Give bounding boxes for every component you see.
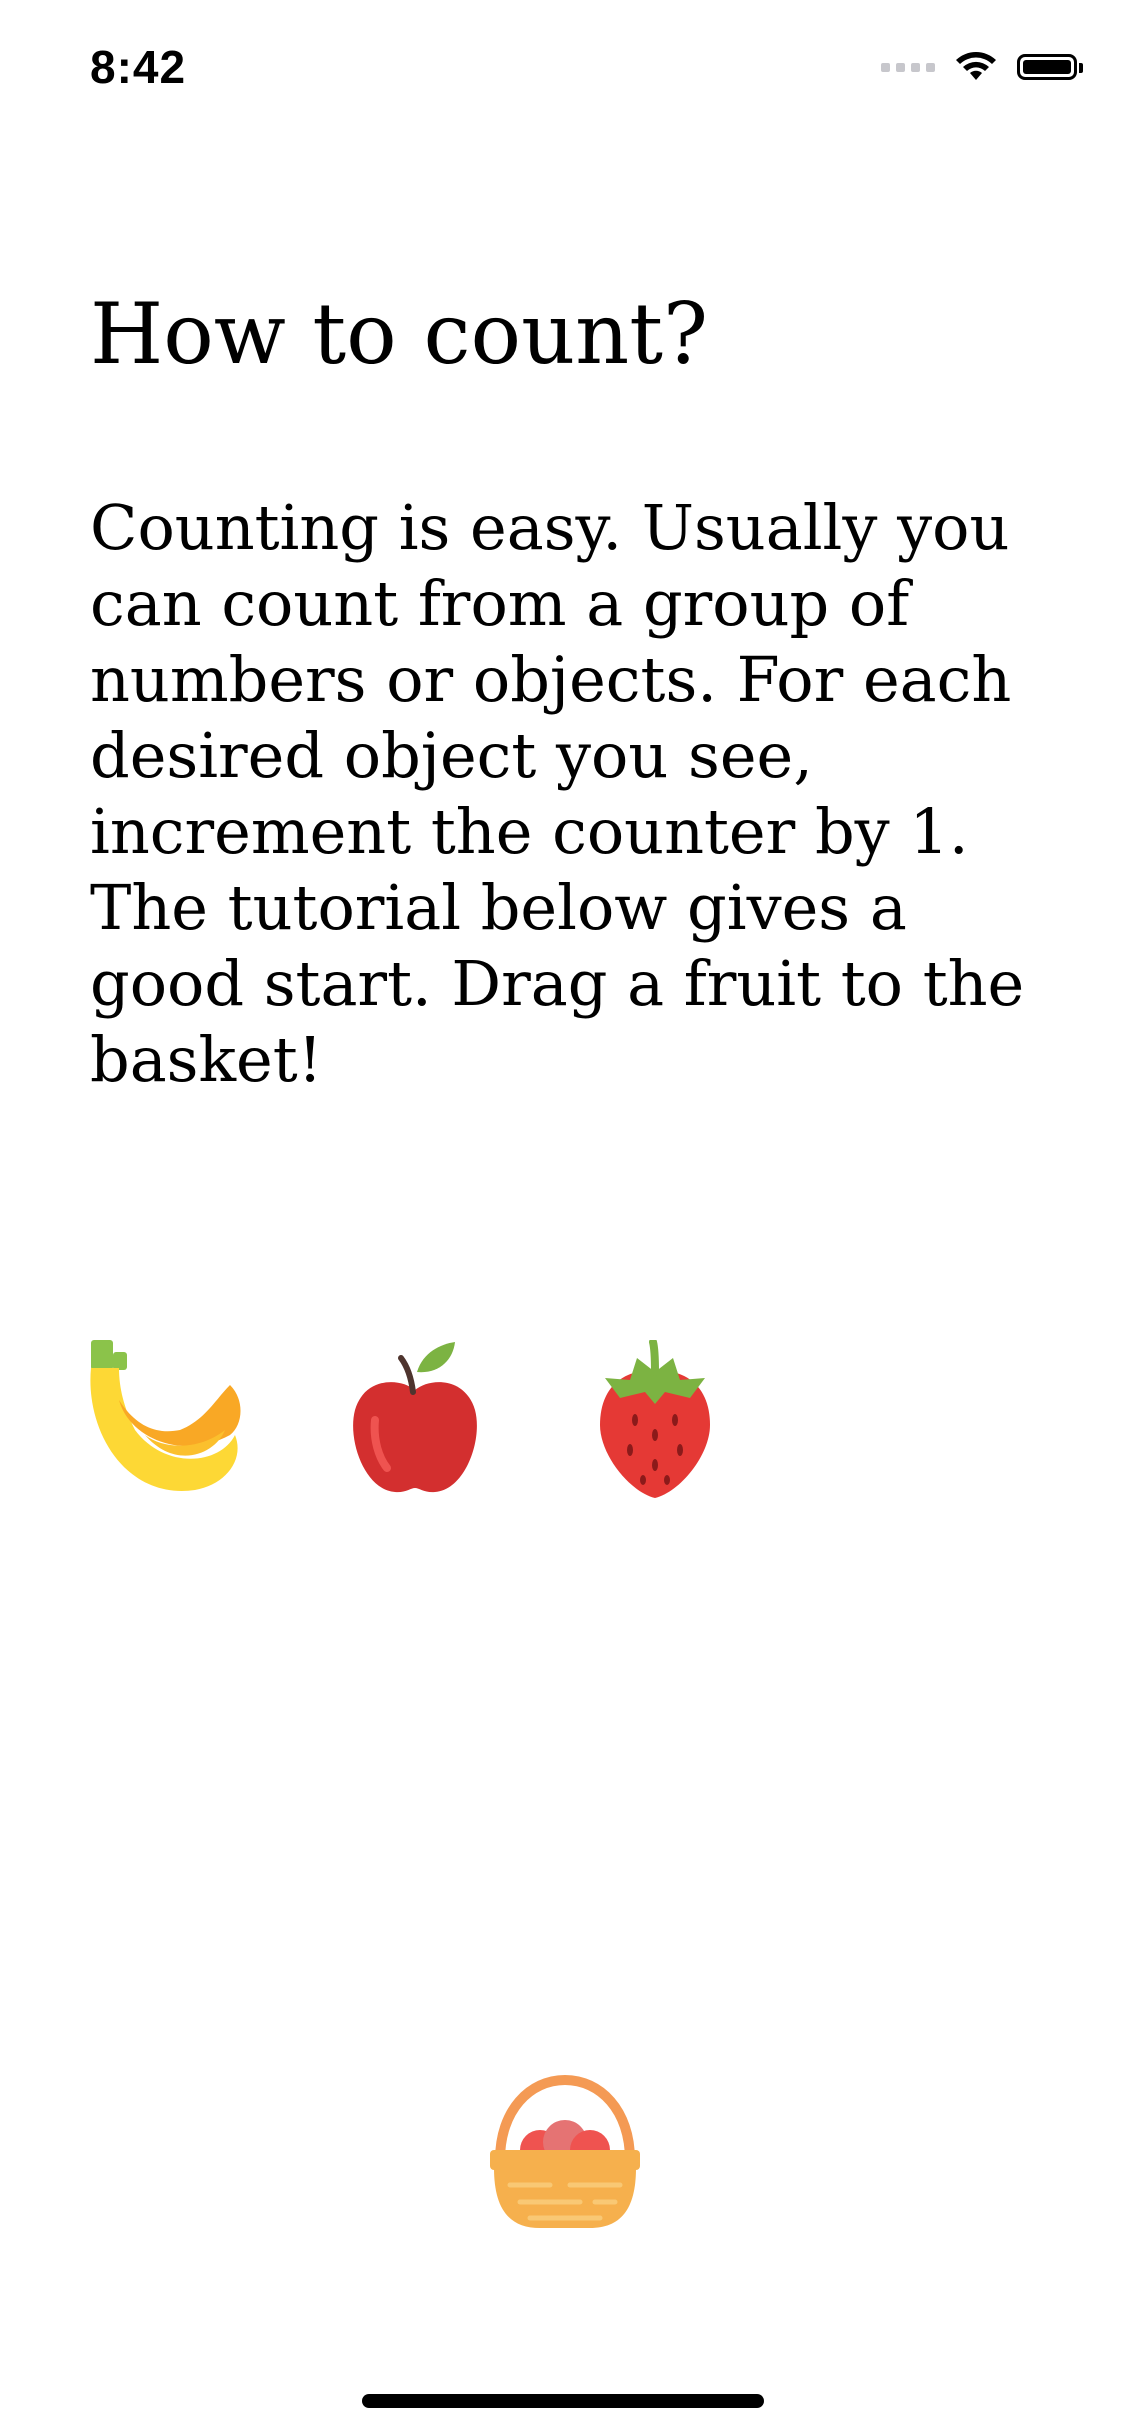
instructions-text: Counting is easy. Usually you can count … [90,491,1025,1096]
page-title: How to count? [90,285,709,383]
status-icons [881,50,1083,84]
signal-dots-icon [881,62,935,72]
banana-icon [90,1340,241,1491]
battery-icon [1017,54,1083,80]
status-time: 8:42 [90,41,187,93]
apple-draggable[interactable] [335,1340,495,1500]
banana-draggable[interactable] [85,1340,245,1500]
strawberry-icon [600,1340,710,1498]
home-indicator[interactable] [362,2394,764,2408]
basket-icon [490,2074,640,2228]
strawberry-draggable[interactable] [575,1340,735,1500]
status-bar: 8:42 [0,0,1125,140]
apple-icon [353,1342,477,1493]
basket-drop-target[interactable] [480,2070,650,2240]
wifi-icon [956,52,996,80]
